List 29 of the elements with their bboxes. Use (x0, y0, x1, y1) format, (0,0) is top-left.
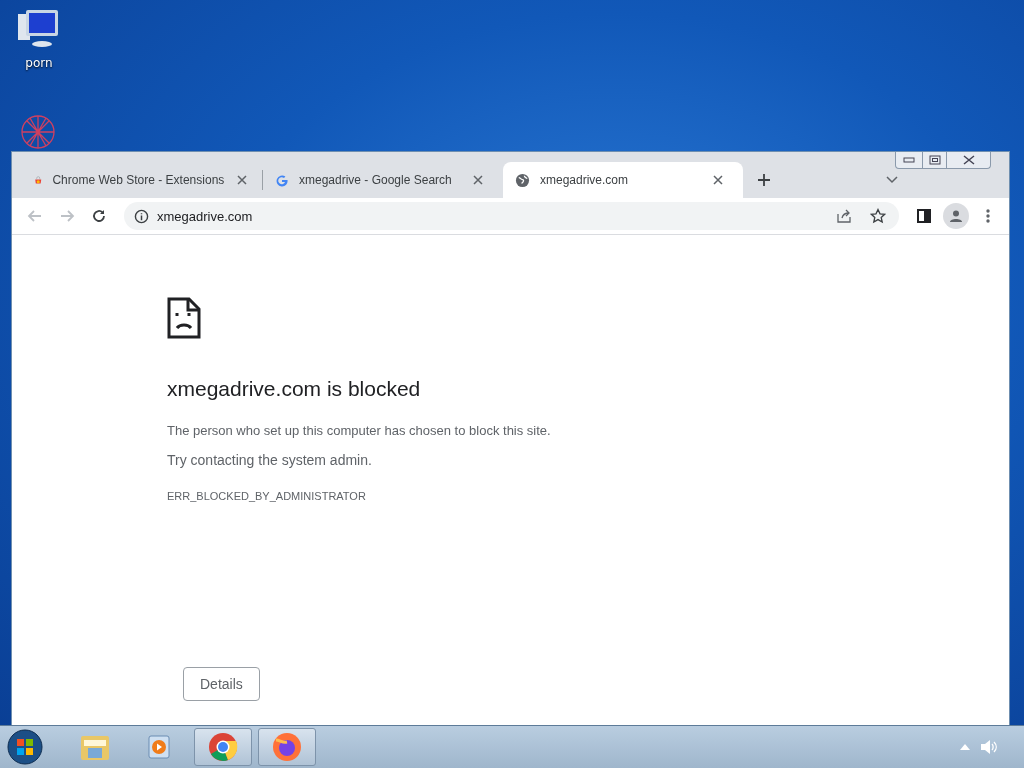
desktop-icon-label[interactable]: porn (25, 56, 53, 70)
minimize-icon (903, 157, 915, 163)
folder-icon (80, 733, 110, 761)
browser-tab[interactable]: xmegadrive - Google Search (263, 162, 503, 198)
google-icon (275, 173, 289, 187)
tab-title: xmegadrive - Google Search (299, 173, 453, 187)
error-code: ERR_BLOCKED_BY_ADMINISTRATOR (167, 490, 367, 502)
taskbar-item[interactable] (258, 728, 316, 766)
globe-icon (515, 172, 530, 188)
error-heading: xmegadrive.com is blocked (167, 377, 422, 401)
browser-tab[interactable]: Chrome Web Store - Extensions (22, 162, 262, 198)
browser-tab[interactable]: xmegadrive.com (503, 162, 743, 198)
profile-avatar-icon[interactable] (943, 203, 969, 229)
sad-page-icon (167, 297, 201, 339)
store-icon (34, 173, 43, 187)
error-message: The person who set up this computer has chosen to block this site. (167, 423, 552, 438)
address-bar[interactable]: xmegadrive.com (124, 202, 899, 230)
firefox-icon (272, 732, 302, 762)
error-hint: Try contacting the system admin. (167, 452, 373, 468)
info-icon[interactable] (134, 208, 149, 224)
tab-title: xmegadrive.com (540, 173, 630, 187)
restore-icon (928, 155, 941, 165)
details-button[interactable]: Details (183, 667, 260, 701)
taskbar-item[interactable] (194, 728, 252, 766)
tab-title: Chrome Web Store - Extensions (52, 173, 225, 187)
media-player-icon (146, 734, 172, 760)
chrome-icon (208, 732, 238, 762)
start-orb-icon[interactable] (6, 728, 44, 766)
close-icon (962, 155, 975, 165)
